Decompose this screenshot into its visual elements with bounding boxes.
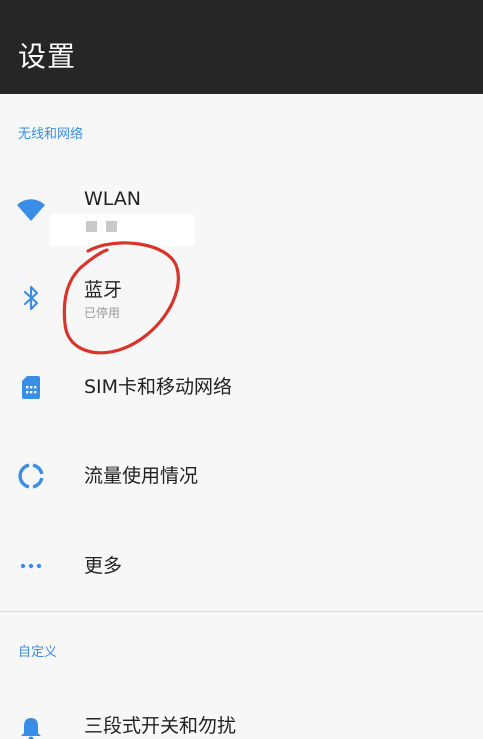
redacted-block bbox=[106, 221, 117, 232]
settings-item-sim[interactable]: SIM卡和移动网络 bbox=[0, 343, 483, 431]
section-divider bbox=[0, 611, 483, 612]
more-horizontal-icon bbox=[20, 563, 42, 569]
settings-item-alert-slider[interactable]: 三段式开关和勿扰 bbox=[0, 685, 483, 739]
data-usage-icon bbox=[18, 463, 44, 489]
bell-icon bbox=[21, 718, 41, 739]
page-title: 设置 bbox=[18, 40, 77, 73]
settings-item-bluetooth[interactable]: 蓝牙 已停用 bbox=[0, 253, 483, 341]
redacted-network-name bbox=[50, 214, 195, 246]
wifi-icon bbox=[17, 199, 45, 221]
settings-item-data-usage-title: 流量使用情况 bbox=[84, 465, 199, 487]
settings-item-wlan-title: WLAN bbox=[84, 188, 142, 210]
settings-item-sim-title: SIM卡和移动网络 bbox=[84, 376, 233, 398]
section-header-custom: 自定义 bbox=[18, 645, 58, 660]
redacted-block bbox=[86, 221, 97, 232]
settings-item-bluetooth-status: 已停用 bbox=[84, 306, 121, 320]
settings-item-data-usage[interactable]: 流量使用情况 bbox=[0, 432, 483, 520]
bluetooth-icon bbox=[23, 285, 39, 311]
settings-item-bluetooth-title: 蓝牙 bbox=[84, 279, 123, 301]
settings-item-more[interactable]: 更多 bbox=[0, 522, 483, 610]
app-bar: 设置 bbox=[0, 0, 483, 94]
settings-item-more-title: 更多 bbox=[84, 555, 123, 577]
settings-screen: 设置 无线和网络 WLAN 蓝牙 已停用 SIM卡和移动网络 流量使用情况 更多… bbox=[0, 0, 483, 739]
section-header-wireless: 无线和网络 bbox=[18, 127, 84, 142]
settings-item-alert-slider-title: 三段式开关和勿扰 bbox=[84, 715, 237, 737]
sim-card-icon bbox=[22, 376, 40, 399]
